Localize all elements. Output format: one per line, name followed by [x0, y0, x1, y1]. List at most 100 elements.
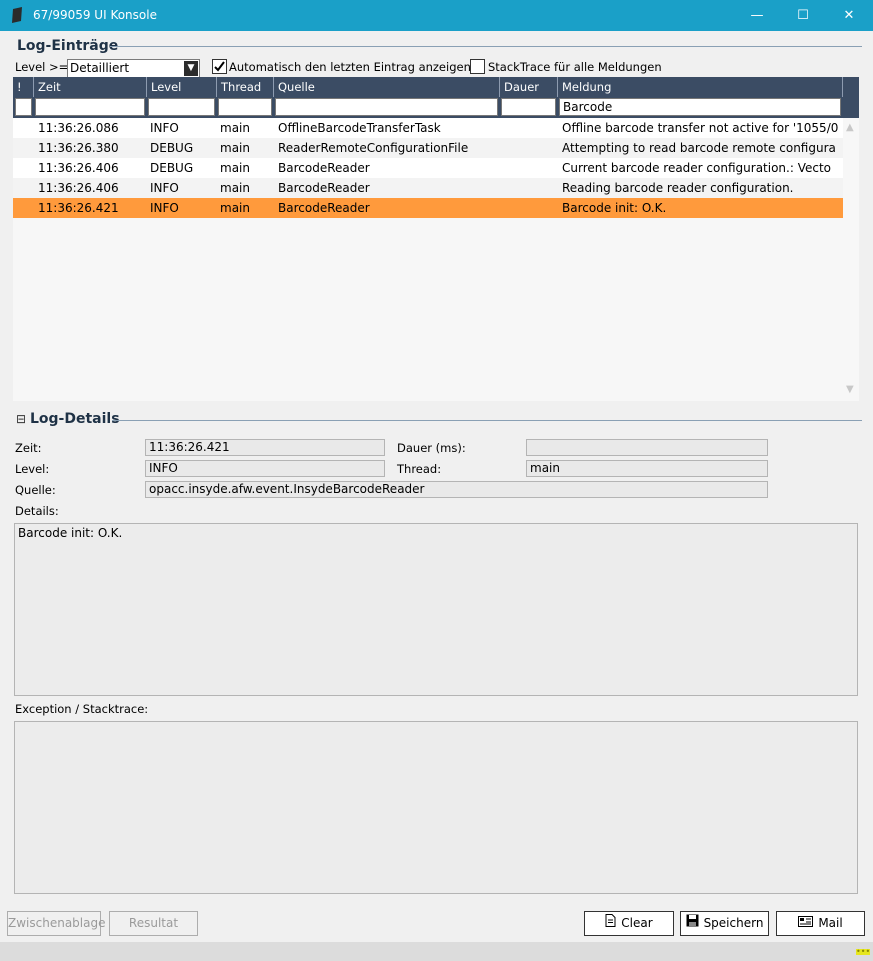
table-row[interactable]: 11:36:26.406 DEBUG main BarcodeReader Cu…	[13, 158, 843, 178]
document-icon	[605, 912, 616, 935]
section-divider	[112, 420, 862, 421]
cell-meldung: Current barcode reader configuration.: V…	[562, 161, 832, 175]
column-header-zeit[interactable]: Zeit	[34, 77, 147, 97]
level-label: Level >=	[15, 60, 69, 74]
cell-zeit: 11:36:26.406	[38, 161, 119, 175]
exception-label: Exception / Stacktrace:	[15, 702, 149, 716]
table-row-selected[interactable]: 11:36:26.421 INFO main BarcodeReader Bar…	[13, 198, 843, 218]
mail-button-label: Mail	[818, 916, 843, 930]
stacktrace-checkbox[interactable]	[470, 59, 485, 74]
cell-dauer	[503, 198, 557, 218]
cell-meldung: Barcode init: O.K.	[562, 201, 667, 215]
log-grid[interactable]: ! Zeit Level Thread Quelle Dauer Meldung…	[13, 77, 859, 401]
stacktrace-label[interactable]: StackTrace für alle Meldungen	[488, 60, 662, 74]
clear-button-label: Clear	[621, 916, 653, 930]
cell-quelle: BarcodeReader	[278, 181, 370, 195]
collapse-icon[interactable]: ⊟	[16, 412, 26, 426]
window-title: 67/99059 UI Konsole	[33, 8, 157, 22]
auto-scroll-checkbox[interactable]	[212, 59, 227, 74]
column-header-flag[interactable]: !	[13, 77, 34, 97]
filter-dauer-input[interactable]	[501, 98, 556, 116]
level-detail-label: Level:	[15, 462, 50, 476]
level-select-value: Detailliert	[70, 61, 130, 75]
filter-thread-input[interactable]	[218, 98, 272, 116]
cell-level: INFO	[150, 201, 179, 215]
cell-quelle: BarcodeReader	[278, 161, 370, 175]
app-icon	[12, 7, 22, 23]
cell-level: DEBUG	[150, 141, 194, 155]
quelle-field[interactable]: opacc.insyde.afw.event.InsydeBarcodeRead…	[145, 481, 768, 498]
cell-thread: main	[220, 121, 250, 135]
table-row[interactable]: 11:36:26.380 DEBUG main ReaderRemoteConf…	[13, 138, 843, 158]
cell-thread: main	[220, 181, 250, 195]
column-header-quelle[interactable]: Quelle	[274, 77, 500, 97]
filter-quelle-input[interactable]	[275, 98, 498, 116]
cell-dauer	[503, 158, 557, 178]
dauer-field[interactable]	[526, 439, 768, 456]
column-header-meldung[interactable]: Meldung	[558, 77, 843, 97]
table-row[interactable]: 11:36:26.086 INFO main OfflineBarcodeTra…	[13, 118, 843, 138]
filter-flag-input[interactable]	[15, 98, 32, 116]
minimize-button[interactable]: —	[734, 0, 780, 31]
scroll-down-icon[interactable]: ▼	[846, 384, 854, 395]
filter-zeit-input[interactable]	[35, 98, 145, 116]
clipboard-button[interactable]: Zwischenablage	[7, 911, 105, 936]
filter-level-input[interactable]	[148, 98, 215, 116]
cell-meldung: Offline barcode transfer not active for …	[562, 121, 839, 135]
cell-quelle: ReaderRemoteConfigurationFile	[278, 141, 469, 155]
column-header-level[interactable]: Level	[147, 77, 217, 97]
scroll-up-icon[interactable]: ▲	[846, 122, 854, 133]
grid-header: ! Zeit Level Thread Quelle Dauer Meldung	[13, 77, 859, 97]
status-bar: •••	[0, 942, 873, 961]
zeit-label: Zeit:	[15, 441, 42, 455]
log-entries-header: Log-Einträge	[17, 38, 119, 54]
mail-button[interactable]: Mail	[776, 911, 865, 936]
cell-level: INFO	[150, 181, 179, 195]
chevron-down-icon[interactable]: ▼	[184, 61, 198, 76]
cell-meldung: Reading barcode reader configuration.	[562, 181, 794, 195]
exception-textarea[interactable]	[14, 721, 858, 894]
details-label: Details:	[15, 504, 59, 518]
cell-dauer	[503, 178, 557, 198]
title-bar: 67/99059 UI Konsole — ☐ ✕	[0, 0, 873, 31]
cell-thread: main	[220, 141, 250, 155]
result-button[interactable]: Resultat	[109, 911, 198, 936]
cell-quelle: BarcodeReader	[278, 201, 370, 215]
cell-quelle: OfflineBarcodeTransferTask	[278, 121, 441, 135]
cell-zeit: 11:36:26.406	[38, 181, 119, 195]
save-button[interactable]: Speichern	[680, 911, 769, 936]
cell-zeit: 11:36:26.421	[38, 201, 119, 215]
column-header-thread[interactable]: Thread	[217, 77, 274, 97]
level-select[interactable]: Detailliert ▼	[67, 59, 200, 78]
maximize-button[interactable]: ☐	[780, 0, 826, 31]
clear-button[interactable]: Clear	[584, 911, 674, 936]
column-header-dauer[interactable]: Dauer	[500, 77, 558, 97]
cell-meldung: Attempting to read barcode remote config…	[562, 141, 836, 155]
cell-dauer	[503, 138, 557, 158]
dauer-label: Dauer (ms):	[397, 441, 466, 455]
filter-meldung-input[interactable]: Barcode	[559, 98, 841, 116]
cell-zeit: 11:36:26.380	[38, 141, 119, 155]
details-textarea[interactable]: Barcode init: O.K.	[14, 523, 858, 696]
level-field[interactable]: INFO	[145, 460, 385, 477]
floppy-disk-icon	[686, 912, 699, 935]
save-button-label: Speichern	[703, 916, 764, 930]
checkmark-icon	[214, 61, 225, 72]
cell-dauer	[503, 118, 557, 138]
resize-grip-icon[interactable]: •••	[856, 948, 870, 956]
cell-thread: main	[220, 161, 250, 175]
close-button[interactable]: ✕	[826, 0, 872, 31]
section-divider	[110, 46, 862, 47]
zeit-field[interactable]: 11:36:26.421	[145, 439, 385, 456]
cell-zeit: 11:36:26.086	[38, 121, 119, 135]
cell-thread: main	[220, 201, 250, 215]
quelle-label: Quelle:	[15, 483, 56, 497]
filter-row: Barcode	[13, 97, 859, 118]
thread-field[interactable]: main	[526, 460, 768, 477]
cell-level: DEBUG	[150, 161, 194, 175]
auto-scroll-label[interactable]: Automatisch den letzten Eintrag anzeigen	[229, 60, 471, 74]
table-row[interactable]: 11:36:26.406 INFO main BarcodeReader Rea…	[13, 178, 843, 198]
thread-label: Thread:	[397, 462, 442, 476]
mail-icon	[798, 912, 814, 935]
cell-level: INFO	[150, 121, 179, 135]
